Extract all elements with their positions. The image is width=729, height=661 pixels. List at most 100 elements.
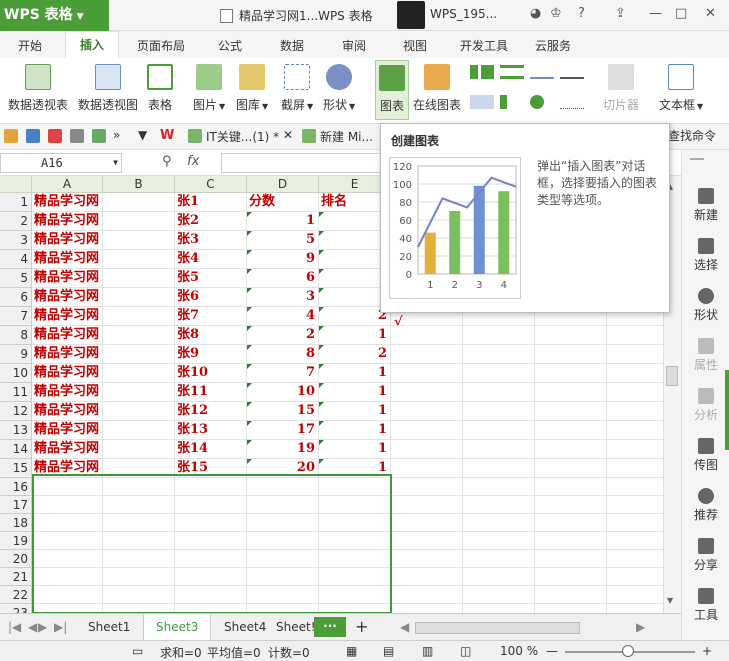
table-cell[interactable] [607,514,663,532]
table-cell[interactable] [535,402,607,421]
table-cell[interactable] [463,550,535,568]
skin-icon[interactable]: ◕ [530,6,541,21]
wps-logo-menu[interactable]: WPS 表格 ▼ [0,0,109,31]
table-cell[interactable]: 精品学习网 [32,440,103,459]
find-command[interactable]: 查找命令 [668,127,716,144]
close-icon[interactable]: ✕ [705,6,716,21]
first-sheet-icon[interactable]: |◀ [8,620,21,634]
table-cell[interactable] [391,421,463,440]
table-cell[interactable] [535,496,607,514]
vertical-scroll-thumb[interactable] [666,366,678,386]
table-cell[interactable] [463,402,535,421]
table-cell[interactable] [463,586,535,604]
table-cell[interactable] [463,568,535,586]
row-header[interactable]: 5 [0,269,32,288]
row-header[interactable]: 8 [0,326,32,345]
column-chart-icon[interactable] [470,65,494,79]
table-cell[interactable]: 精品学习网 [32,402,103,421]
column-header-c[interactable]: C [175,176,247,193]
textbox-button[interactable]: 文本框 ▼ [659,64,703,113]
zoom-in-icon[interactable]: + [702,644,712,658]
scatter-chart-icon[interactable] [560,95,584,109]
row-header[interactable]: 21 [0,568,32,586]
table-cell[interactable] [103,421,175,440]
table-cell[interactable] [535,478,607,496]
wps-icon[interactable]: W [160,129,174,143]
table-cell[interactable] [535,364,607,383]
chart-button[interactable]: 图表 [375,60,409,120]
table-cell[interactable] [103,250,175,269]
table-cell[interactable] [103,231,175,250]
column-header-a[interactable]: A [32,176,103,193]
table-cell[interactable]: 精品学习网 [32,421,103,440]
row-header[interactable]: 15 [0,459,32,478]
maximize-icon[interactable]: □ [675,6,687,21]
table-cell[interactable] [463,478,535,496]
page-break-view-icon[interactable]: ▤ [383,644,394,658]
table-cell[interactable] [103,440,175,459]
table-cell[interactable] [607,604,663,613]
table-cell[interactable] [103,269,175,288]
area-chart-icon[interactable] [470,95,494,109]
scroll-down-icon[interactable]: ▼ [667,596,673,605]
table-cell[interactable] [535,421,607,440]
table-cell[interactable] [463,364,535,383]
pivot-table-button[interactable]: 数据透视表 [8,64,68,113]
open-folder-icon[interactable] [4,129,18,143]
table-button[interactable]: 表格 [147,64,173,113]
table-cell[interactable]: 精品学习网 [32,326,103,345]
table-cell[interactable] [103,307,175,326]
row-header[interactable]: 20 [0,550,32,568]
table-cell[interactable]: 精品学习网 [32,383,103,402]
table-cell[interactable]: 精品学习网 [32,269,103,288]
row-header[interactable]: 2 [0,212,32,231]
table-cell[interactable]: 1 [319,421,391,440]
table-cell[interactable]: 精品学习网 [32,193,103,212]
table-cell[interactable] [391,478,463,496]
table-cell[interactable] [103,212,175,231]
table-cell[interactable] [463,532,535,550]
table-cell[interactable]: 张1 [175,193,247,212]
export-pdf-icon[interactable] [48,129,62,143]
table-cell[interactable]: 张4 [175,250,247,269]
table-cell[interactable]: 5 [247,231,319,250]
table-cell[interactable] [535,326,607,345]
zoom-icon[interactable]: ⚲ [162,154,172,169]
table-cell[interactable] [391,604,463,613]
table-cell[interactable] [535,459,607,478]
table-cell[interactable] [607,459,663,478]
menu-home[interactable]: 开始 [18,37,42,54]
table-cell[interactable]: 张6 [175,288,247,307]
name-box[interactable]: A16 ▼ [0,153,122,173]
table-cell[interactable] [391,496,463,514]
table-cell[interactable] [463,496,535,514]
zoom-level[interactable]: 100 % [500,644,538,658]
menu-review[interactable]: 审阅 [342,37,366,54]
table-cell[interactable]: 19 [247,440,319,459]
hscroll-left-icon[interactable]: ◀ [400,620,409,634]
sheet-tab-sheet5[interactable]: Sheet! [276,620,316,634]
row-header[interactable]: 6 [0,288,32,307]
pane-analyze[interactable]: 分析 [682,388,729,423]
table-cell[interactable]: 15 [247,402,319,421]
pane-shape[interactable]: 形状 [682,288,729,323]
row-header[interactable]: 1 [0,193,32,212]
pane-select[interactable]: 选择 [682,238,729,273]
table-cell[interactable] [391,459,463,478]
last-sheet-icon[interactable]: ▶| [54,620,67,634]
table-cell[interactable]: 1 [319,364,391,383]
table-cell[interactable]: 6 [247,269,319,288]
table-cell[interactable]: 精品学习网 [32,307,103,326]
table-cell[interactable] [607,478,663,496]
pane-new[interactable]: 新建 [682,188,729,223]
zoom-out-icon[interactable]: — [546,644,558,658]
table-cell[interactable] [391,568,463,586]
row-header[interactable]: 17 [0,496,32,514]
table-cell[interactable] [463,383,535,402]
table-cell[interactable]: 10 [247,383,319,402]
avatar[interactable] [397,1,425,29]
menu-view[interactable]: 视图 [403,37,427,54]
minimize-icon[interactable]: — [649,6,662,21]
close-tab-icon[interactable]: ✕ [283,128,293,142]
sheet-tab-sheet4[interactable]: Sheet4 [224,620,266,634]
